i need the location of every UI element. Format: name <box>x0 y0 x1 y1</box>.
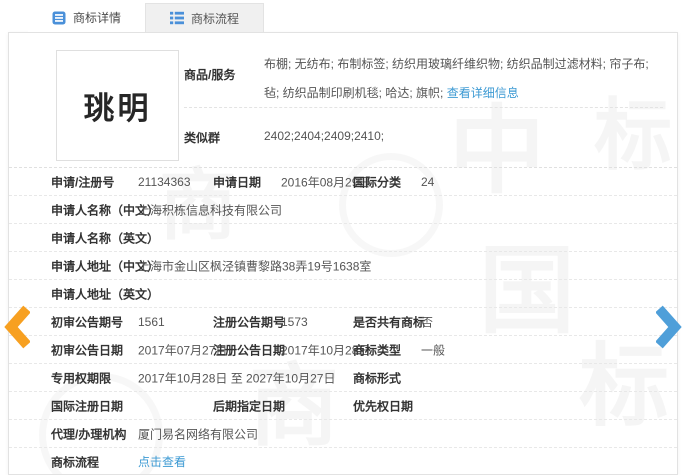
table-row-address-en: 申请人地址（英文） <box>9 280 677 308</box>
field-label: 商品/服务 <box>184 68 236 82</box>
field-label: 优先权日期 <box>353 399 414 413</box>
field-label: 申请/注册号 <box>51 175 115 189</box>
table-row-registration: 申请/注册号 21134363 申请日期 2016年08月29日 国际分类 24 <box>9 168 677 196</box>
field-value: 24 <box>421 174 435 189</box>
table-row-process: 商标流程 点击查看 <box>9 448 677 474</box>
field-value: 1573 <box>281 314 308 329</box>
field-label: 类似群 <box>184 131 221 145</box>
chevron-right-icon <box>655 305 682 353</box>
tab-trademark-details[interactable]: 商标详情 <box>28 3 146 32</box>
field-label: 代理/办理机构 <box>51 427 127 441</box>
field-label: 后期指定日期 <box>213 399 286 413</box>
trademark-summary-section: 珧明 商品/服务 布棚; 无纺布; 布制标签; 纺织用玻璃纤维织物; 纺织品制过… <box>9 33 677 167</box>
table-row-agency: 代理/办理机构 厦门易名网络有限公司 <box>9 420 677 448</box>
divider <box>184 107 663 108</box>
next-button[interactable] <box>655 305 682 349</box>
tab-label: 商标详情 <box>73 11 122 25</box>
field-label: 国际分类 <box>353 175 402 189</box>
trademark-name: 珧明 <box>83 91 152 126</box>
field-label: 初审公告日期 <box>51 343 124 357</box>
view-details-link[interactable]: 查看详细信息 <box>447 86 519 100</box>
table-row-intl-dates: 国际注册日期 后期指定日期 优先权日期 <box>9 392 677 420</box>
table-row-publication-date: 初审公告日期 2017年07月27日 注册公告日期 2017年10月28日 商标… <box>9 336 677 364</box>
table-row-applicant-en: 申请人名称（英文） <box>9 224 677 252</box>
field-label: 初审公告期号 <box>51 315 124 329</box>
document-icon <box>52 11 66 25</box>
table-row-applicant-cn: 申请人名称（中文） 上海积栋信息科技有限公司 <box>9 196 677 224</box>
field-value: 一般 <box>421 343 446 357</box>
field-label: 专用权期限 <box>51 371 112 385</box>
field-label: 商标形式 <box>353 371 402 385</box>
detail-table: 申请/注册号 21134363 申请日期 2016年08月29日 国际分类 24… <box>9 167 677 474</box>
field-label: 注册公告期号 <box>213 315 286 329</box>
field-label: 申请人地址（英文） <box>51 287 160 301</box>
field-value: 21134363 <box>138 174 191 189</box>
tab-trademark-process[interactable]: 商标流程 <box>145 3 265 32</box>
chevron-left-icon <box>4 305 31 353</box>
field-label: 商标类型 <box>353 343 402 357</box>
field-value: 否 <box>421 315 434 329</box>
field-label: 申请日期 <box>213 175 262 189</box>
field-label: 国际注册日期 <box>51 399 124 413</box>
tab-bar: 商标详情 商标流程 <box>28 3 265 32</box>
tab-label: 商标流程 <box>191 11 240 26</box>
field-value: 上海积栋信息科技有限公司 <box>138 203 283 217</box>
field-label: 是否共有商标 <box>353 315 426 329</box>
table-row-publication-no: 初审公告期号 1561 注册公告期号 1573 是否共有商标 否 <box>9 308 677 336</box>
list-icon <box>170 11 185 25</box>
click-to-view-link[interactable]: 点击查看 <box>138 455 186 469</box>
similar-group-value: 2402;2404;2409;2410; <box>264 129 385 143</box>
field-label: 申请人名称（英文） <box>51 231 160 245</box>
goods-services-value: 布棚; 无纺布; 布制标签; 纺织用玻璃纤维织物; 纺织品制过滤材料; 帘子布;… <box>264 50 664 108</box>
previous-button[interactable] <box>4 305 31 349</box>
table-row-right-period: 专用权期限 2017年10月28日 至 2027年10月27日 商标形式 <box>9 364 677 392</box>
table-row-address-cn: 申请人地址（中文） 上海市金山区枫泾镇曹黎路38弄19号1638室 <box>9 252 677 280</box>
field-label: 注册公告日期 <box>213 343 286 357</box>
field-value: 2017年10月28日 至 2027年10月27日 <box>138 371 336 385</box>
trademark-detail-panel: 中 国 商 标 商 标 珧明 商品/服务 布棚; 无纺布; 布制标签; 纺织用玻… <box>8 32 678 475</box>
field-value: 上海市金山区枫泾镇曹黎路38弄19号1638室 <box>138 259 372 273</box>
field-value: 厦门易名网络有限公司 <box>138 427 259 441</box>
trademark-image: 珧明 <box>56 50 179 161</box>
field-value: 1561 <box>138 314 165 329</box>
field-label: 商标流程 <box>51 455 100 469</box>
